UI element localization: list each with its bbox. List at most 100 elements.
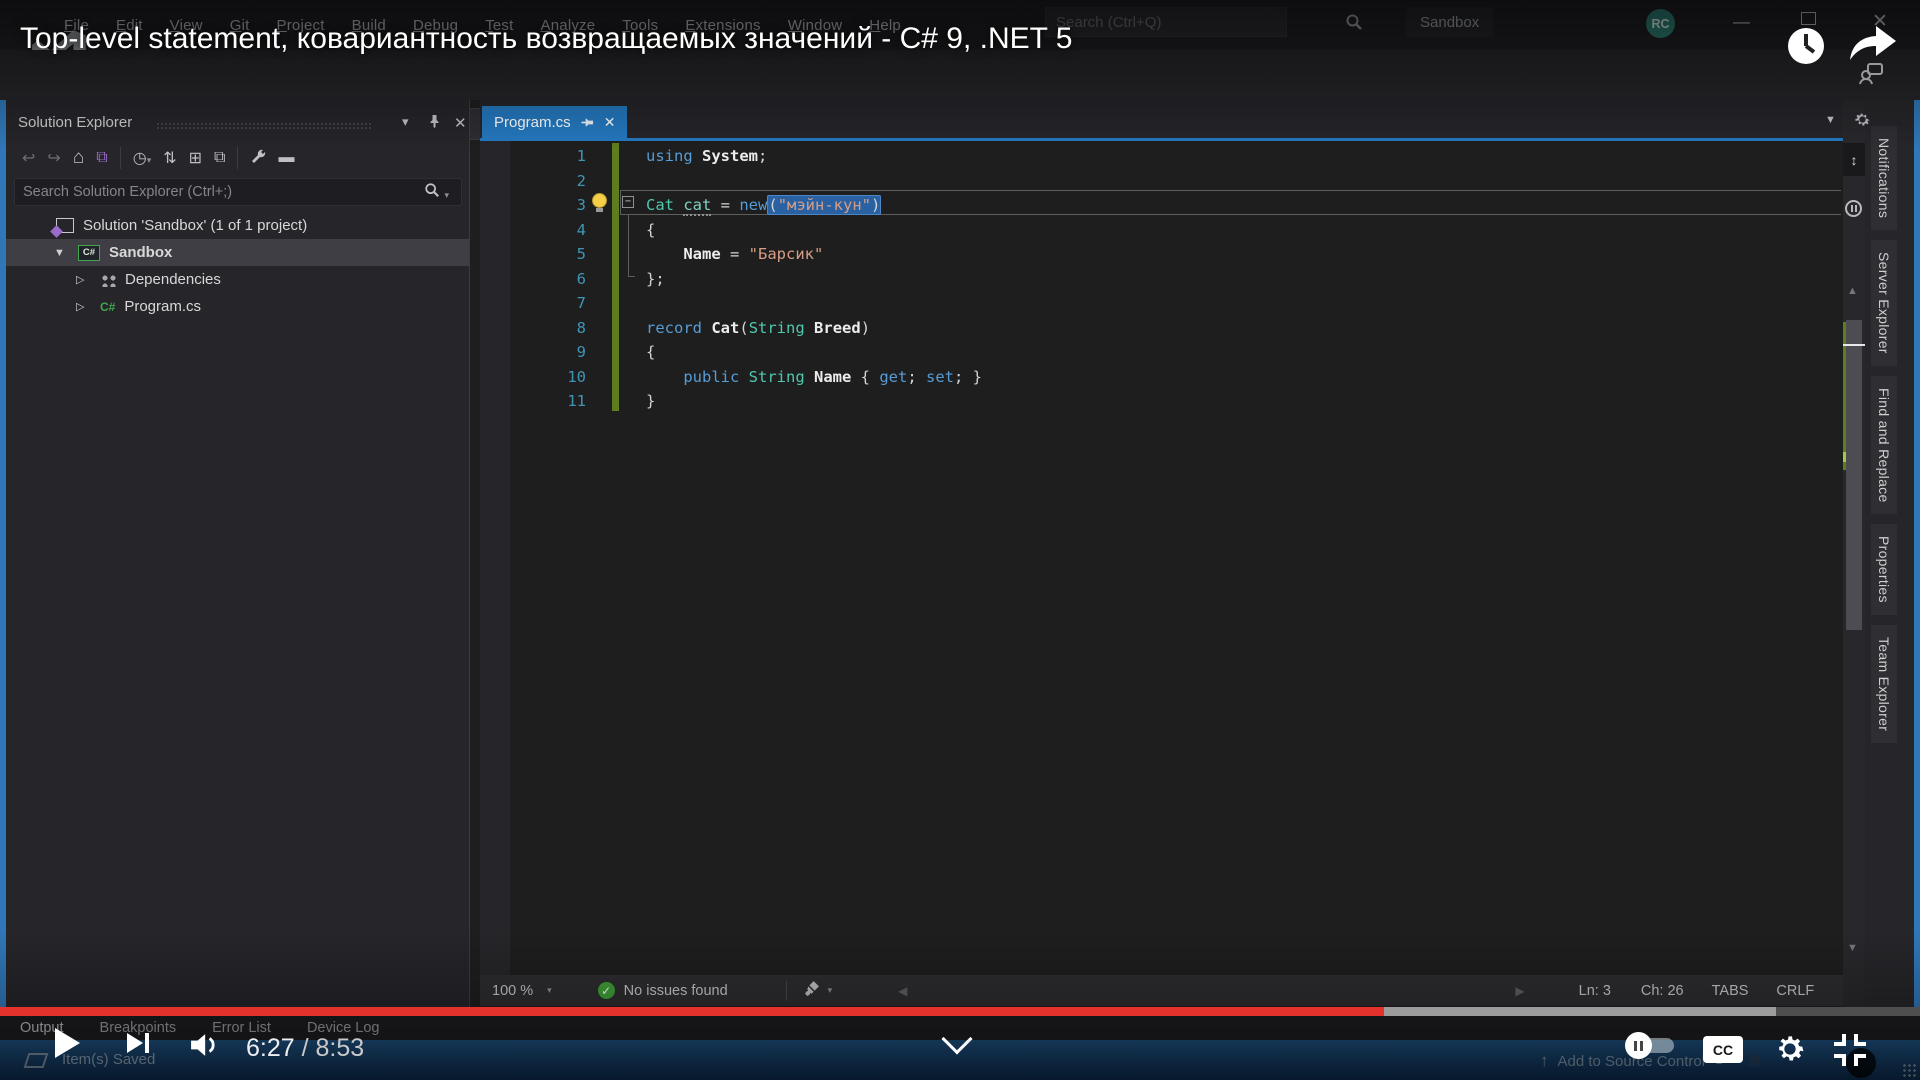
pin-icon[interactable]	[428, 114, 441, 131]
video-progress-bar[interactable]	[0, 1007, 1920, 1016]
tool-tab-server-explorer[interactable]: Server Explorer	[1871, 240, 1897, 366]
panel-drag-grip[interactable]	[156, 122, 371, 130]
code-line-10[interactable]: 10 public String Name { get; set; }	[480, 365, 1843, 390]
zoom-dropdown[interactable]: ▾	[547, 985, 552, 996]
exit-fullscreen-button[interactable]	[1832, 1032, 1876, 1078]
feedback-icon[interactable]	[1858, 62, 1884, 86]
tree-item-program-cs[interactable]: ▷ C# Program.cs	[6, 293, 469, 320]
scroll-down-arrow[interactable]: ▼	[1847, 942, 1858, 954]
line-number: 8	[576, 318, 586, 337]
tabs-indicator[interactable]: TABS	[1712, 983, 1749, 999]
column-indicator[interactable]: Ch: 26	[1641, 983, 1684, 999]
watch-later-icon[interactable]	[1786, 26, 1826, 66]
scrollbar-mode-icon[interactable]	[1845, 200, 1862, 217]
tool-tab-notifications[interactable]: Notifications	[1871, 126, 1897, 231]
tool-tab-find-and-replace[interactable]: Find and Replace	[1871, 375, 1897, 515]
hscroll-right-arrow[interactable]: ▶	[1515, 984, 1524, 998]
scrollbar-thumb[interactable]	[1846, 320, 1862, 630]
split-window-handle-icon[interactable]: ↕	[1843, 143, 1865, 176]
window-resize-grip[interactable]	[1902, 1063, 1916, 1077]
code-text: }	[646, 392, 656, 410]
csproj-icon: C#	[78, 244, 100, 261]
code-text: Cat cat = new("мэйн-кун")	[646, 195, 882, 216]
code-text: public String Name { get; set; }	[683, 367, 983, 386]
line-number: 10	[567, 367, 586, 386]
right-tool-tabstrip: Notifications Server Explorer Find and Rep…	[1855, 100, 1914, 1007]
play-button[interactable]	[55, 1028, 80, 1058]
lightbulb-quick-action-icon[interactable]	[592, 193, 607, 212]
chevron-expanded-icon[interactable]: ▼	[54, 247, 65, 259]
se-forward-icon[interactable]: ↪	[47, 148, 60, 168]
video-current-time: 6:27	[246, 1034, 295, 1062]
zoom-level-combo[interactable]: 100 %	[492, 983, 533, 999]
eol-indicator[interactable]: CRLF	[1776, 983, 1814, 999]
code-text: using System;	[646, 147, 768, 165]
pending-changes-filter-icon[interactable]: ◷▾	[133, 148, 152, 168]
line-number: 11	[567, 392, 586, 410]
se-back-icon[interactable]: ↩	[22, 148, 35, 168]
tree-item-label: Solution 'Sandbox' (1 of 1 project)	[83, 217, 308, 234]
close-icon[interactable]: ✕	[454, 114, 467, 132]
sync-with-active-document-icon[interactable]: ⧉	[96, 149, 107, 167]
account-name[interactable]: Sandbox	[1406, 7, 1494, 37]
chevron-collapsed-icon[interactable]: ▷	[76, 300, 84, 313]
player-settings-gear-icon[interactable]	[1773, 1032, 1807, 1066]
vs-search-input[interactable]	[1045, 7, 1287, 37]
fold-collapse-icon[interactable]: −	[622, 196, 634, 208]
code-line-5[interactable]: 5 Name = "Барсик"	[480, 242, 1843, 267]
editor-tabstrip: Program.cs ✕ ▼	[480, 100, 1843, 138]
chevron-collapsed-icon[interactable]: ▷	[76, 273, 84, 286]
se-search-icon[interactable]: ▾	[424, 182, 449, 203]
code-line-11[interactable]: 11}	[480, 389, 1843, 414]
window-maximize-button[interactable]	[1801, 12, 1816, 25]
tree-item-sandbox[interactable]: ▼ C# Sandbox	[6, 239, 469, 266]
code-line-9[interactable]: 9{	[480, 340, 1843, 365]
tree-item-solution-sandbox-1-of-1-project-[interactable]: Solution 'Sandbox' (1 of 1 project)	[6, 212, 469, 239]
code-line-4[interactable]: 4{	[480, 218, 1843, 243]
tool-tab-properties[interactable]: Properties	[1871, 524, 1897, 616]
video-title[interactable]: Top-level statement, ковариантность возв…	[20, 22, 1072, 56]
switch-views-icon[interactable]: ⇅	[163, 148, 176, 168]
subtitles-cc-button[interactable]: CC	[1703, 1036, 1743, 1063]
document-list-dropdown[interactable]: ▼	[1825, 114, 1836, 126]
line-indicator[interactable]: Ln: 3	[1579, 983, 1611, 999]
autoplay-toggle[interactable]	[1625, 1032, 1674, 1059]
avatar[interactable]: RC	[1646, 9, 1675, 38]
hscroll-left-arrow[interactable]: ◀	[898, 984, 907, 998]
tab-program-cs[interactable]: Program.cs ✕	[482, 106, 628, 138]
preview-selected-items-icon[interactable]: ▬	[278, 149, 294, 167]
code-line-8[interactable]: 8 record Cat(String Breed)	[480, 316, 1843, 341]
code-area[interactable]: 1 using System; 2 3 Cat cat = new("мэйн-кун"…	[480, 141, 1843, 975]
share-icon[interactable]	[1846, 24, 1898, 62]
properties-wrench-icon[interactable]	[250, 148, 266, 169]
show-all-files-icon[interactable]: ⧉	[214, 149, 225, 167]
next-button[interactable]	[127, 1033, 149, 1053]
se-home-icon[interactable]: ⌂	[73, 147, 84, 169]
code-line-2[interactable]: 2	[480, 169, 1843, 194]
code-line-7[interactable]: 7	[480, 291, 1843, 316]
collapse-all-icon[interactable]: ⊞	[189, 148, 202, 168]
code-line-6[interactable]: 6};	[480, 267, 1843, 292]
window-minimize-button[interactable]: —	[1733, 12, 1750, 32]
code-text: {	[646, 343, 656, 361]
tree-item-label: Program.cs	[124, 298, 202, 315]
issues-status[interactable]: No issues found	[624, 983, 728, 999]
tab-pin-icon[interactable]	[580, 116, 594, 129]
solution-explorer-title: Solution Explorer	[18, 114, 133, 131]
panel-position-dropdown[interactable]: ▾	[402, 114, 409, 130]
search-icon[interactable]	[1328, 7, 1380, 37]
volume-icon[interactable]	[188, 1032, 218, 1058]
editor-options-gear-icon[interactable]	[1853, 110, 1872, 129]
tab-close-icon[interactable]: ✕	[604, 114, 616, 131]
scroll-up-arrow[interactable]: ▲	[1847, 285, 1858, 297]
solution-explorer-search-input[interactable]	[14, 178, 462, 206]
code-line-3[interactable]: 3 Cat cat = new("мэйн-кун")	[480, 193, 1843, 218]
code-line-1[interactable]: 1 using System;	[480, 144, 1843, 169]
app-root: File Edit View Git Project Build Debug Test Anal…	[0, 0, 1920, 1080]
tree-item-dependencies[interactable]: ▷ Dependencies	[6, 266, 469, 293]
code-cleanup-broom-icon[interactable]	[803, 980, 820, 1001]
notifications-bell-icon[interactable]	[1747, 1053, 1763, 1070]
tool-tab-team-explorer[interactable]: Team Explorer	[1871, 625, 1897, 744]
editor-vertical-scrollbar[interactable]: ↕ ▲ ▼	[1843, 100, 1865, 1007]
code-cleanup-dropdown[interactable]: ▾	[828, 985, 833, 996]
